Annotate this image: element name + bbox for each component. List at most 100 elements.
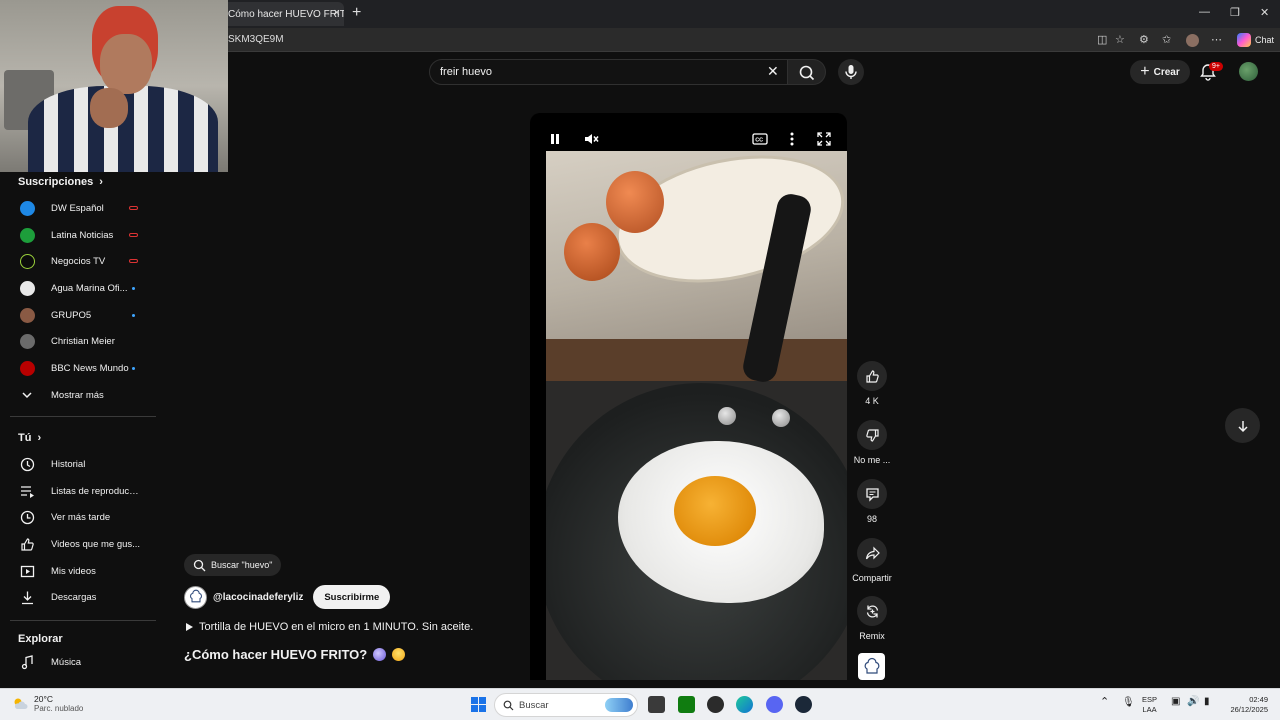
sidebar-item-liked-videos[interactable]: Videos que me gus... (0, 531, 158, 557)
taskbar-search[interactable]: Buscar (494, 693, 638, 717)
subscription-label: Negocios TV (51, 255, 106, 267)
share-action[interactable]: Compartir (850, 538, 894, 583)
extensions-icon[interactable]: ⚙ (1139, 33, 1149, 46)
comment-icon (865, 487, 879, 502)
fullscreen-icon (817, 132, 831, 146)
next-video-button[interactable] (1225, 408, 1260, 443)
create-button[interactable]: + Crear (1130, 60, 1190, 84)
clock-icon (19, 509, 35, 525)
subscription-label: BBC News Mundo (51, 362, 129, 374)
sidebar-item-subscription[interactable]: DW Español (0, 195, 158, 221)
video-frame[interactable] (546, 151, 847, 680)
search-button[interactable] (788, 59, 826, 85)
sidebar-item-subscription[interactable]: GRUPO5 (0, 302, 158, 328)
close-window-icon[interactable]: ✕ (1260, 6, 1269, 19)
captions-button[interactable]: CC (751, 130, 769, 148)
chat-label: Chat (1254, 35, 1274, 45)
comments-button[interactable] (857, 479, 887, 509)
remix-action[interactable]: Remix (850, 596, 894, 641)
copilot-icon (1236, 33, 1251, 47)
fullscreen-button[interactable] (815, 130, 833, 148)
channel-name[interactable]: @lacocinadeferyliz (213, 592, 303, 603)
chevron-right-icon: › (99, 176, 103, 188)
volume-icon[interactable]: 🔊 (1187, 697, 1199, 707)
muted-volume-icon (585, 134, 599, 144)
music-note-icon (19, 654, 35, 670)
sidebar-item-label: Mis videos (51, 565, 96, 577)
sidebar-item-subscription[interactable]: Negocios TV (0, 248, 158, 274)
discord-icon[interactable] (766, 696, 783, 713)
webcam-overlay (0, 0, 228, 172)
new-tab-button[interactable]: + (352, 4, 361, 22)
minimize-icon[interactable]: — (1199, 6, 1210, 18)
sidebar-item-subscription[interactable]: Agua Marina Ofi... (0, 275, 158, 301)
subscriptions-header[interactable]: Suscripciones › (18, 176, 103, 188)
input-language[interactable]: ESP LAA (1142, 695, 1157, 715)
battery-icon[interactable]: ▮ (1204, 697, 1210, 707)
sidebar-item-history[interactable]: Historial (0, 451, 158, 477)
clear-search-icon[interactable]: ✕ (767, 63, 779, 80)
dislike-button[interactable] (857, 420, 887, 450)
sidebar-item-watch-later[interactable]: Ver más tarde (0, 504, 158, 530)
taskbar: 20°C Parc. nublado Buscar ⌃ 🎙 ESP LAA ▣ … (0, 688, 1280, 720)
url-text[interactable]: SKM3QE9M (228, 34, 284, 45)
tray-expand-icon[interactable]: ⌃ (1100, 697, 1109, 708)
mute-button[interactable] (583, 130, 601, 148)
network-icon[interactable]: ▣ (1171, 697, 1180, 707)
channel-avatar[interactable] (184, 585, 207, 609)
task-view-icon[interactable] (648, 696, 665, 713)
remix-icon (866, 604, 878, 618)
xbox-icon[interactable] (678, 696, 695, 713)
pause-button[interactable] (546, 130, 564, 148)
split-screen-icon[interactable]: ◫ (1097, 33, 1107, 46)
like-action[interactable]: 4 K (850, 361, 894, 406)
channel-avatar (19, 200, 35, 216)
channel-thumbnail[interactable] (858, 653, 885, 680)
microphone-tray-icon[interactable]: 🎙 (1122, 698, 1135, 708)
windows-start-icon[interactable] (470, 696, 487, 713)
profile-avatar[interactable] (1186, 34, 1199, 47)
share-button[interactable] (857, 538, 887, 568)
restore-icon[interactable]: ❐ (1230, 6, 1240, 19)
comments-action[interactable]: 98 (850, 479, 894, 524)
voice-search-button[interactable] (838, 59, 864, 85)
more-options-icon[interactable]: ⋯ (1211, 33, 1222, 46)
favorites-icon[interactable]: ✩ (1162, 33, 1171, 46)
sidebar-item-show-more[interactable]: Mostrar más (0, 382, 158, 408)
search-box[interactable]: freir huevo ✕ (429, 59, 788, 85)
favorite-star-icon[interactable]: ☆ (1115, 33, 1125, 46)
sidebar-item-music[interactable]: Música (0, 649, 158, 675)
you-header[interactable]: Tú › (18, 432, 41, 444)
related-video-title: Tortilla de HUEVO en el micro en 1 MINUT… (199, 621, 474, 633)
dislike-action[interactable]: No me ... (850, 420, 894, 465)
channel-avatar (19, 360, 35, 376)
user-avatar[interactable] (1239, 62, 1258, 81)
remix-button[interactable] (857, 596, 887, 626)
sidebar-item-subscription[interactable]: Christian Meier (0, 328, 158, 354)
related-video-link[interactable]: Tortilla de HUEVO en el micro en 1 MINUT… (185, 621, 473, 633)
sidebar-item-playlists[interactable]: Listas de reproducc... (0, 478, 158, 504)
share-icon (865, 546, 880, 559)
steam-icon[interactable] (795, 696, 812, 713)
sidebar-divider (10, 620, 156, 621)
sidebar-item-subscription[interactable]: BBC News Mundo (0, 355, 158, 381)
channel-avatar (19, 280, 35, 296)
sidebar-item-my-videos[interactable]: Mis videos (0, 558, 158, 584)
browser-tab[interactable]: Cómo hacer HUEVO FRITO? × (222, 2, 344, 26)
like-button[interactable] (857, 361, 887, 391)
channel-avatar (19, 253, 35, 269)
copilot-chat-button[interactable]: Chat (1236, 31, 1274, 49)
clock[interactable]: 02:49 26/12/2025 (1226, 695, 1268, 715)
channel-row: @lacocinadeferyliz Suscribirme (184, 585, 391, 609)
weather-widget[interactable]: 20°C Parc. nublado (12, 694, 83, 713)
app-icon[interactable] (707, 696, 724, 713)
edge-browser-icon[interactable] (736, 696, 753, 713)
subscribe-button[interactable]: Suscribirme (313, 585, 391, 609)
search-suggestion-chip[interactable]: Buscar "huevo" (184, 554, 282, 576)
more-options-button[interactable] (783, 130, 801, 148)
sidebar-item-downloads[interactable]: Descargas (0, 584, 158, 610)
shorts-video-player[interactable]: CC (530, 113, 847, 680)
tab-close-icon[interactable]: × (334, 7, 340, 19)
search-input[interactable]: freir huevo (440, 66, 492, 78)
sidebar-item-subscription[interactable]: Latina Noticias (0, 222, 158, 248)
